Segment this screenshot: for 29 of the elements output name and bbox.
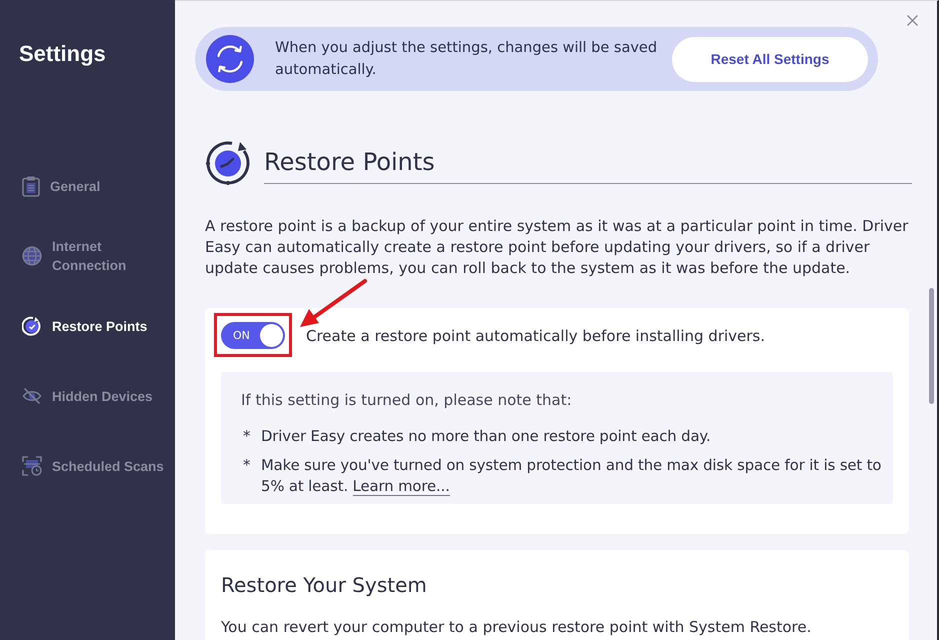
card-title: Restore Your System: [221, 572, 428, 599]
scrollbar-thumb[interactable]: [929, 288, 934, 404]
card-text: You can revert your computer to a previous restore point with System Restore.: [221, 617, 812, 638]
sidebar-item[interactable]: Hidden Devices: [22, 371, 153, 421]
crossed-eye-icon: [22, 386, 42, 406]
clipboard-icon: [22, 176, 40, 196]
clock-arrow-icon: [22, 316, 42, 336]
sidebar-title: Settings: [19, 41, 107, 67]
bullet-marker: *: [242, 427, 252, 447]
reset-settings-button[interactable]: Reset All Settings: [672, 36, 868, 82]
sidebar-item[interactable]: Internet Connection: [22, 231, 164, 281]
sidebar-item[interactable]: Scheduled Scans: [22, 441, 164, 491]
note-text: Make sure you've turned on system protection and the max disk space for it is set to 5% at least. Learn more...: [261, 456, 882, 497]
note-text: Driver Easy creates no more than one restore point each day.: [261, 427, 711, 447]
banner-message: When you adjust the settings, changes will be saved automatically.: [275, 39, 658, 80]
clock-arrow-icon: [205, 140, 251, 186]
setting-label: Create a restore point automatically before installing drivers.: [306, 326, 766, 344]
section-title: Restore Points: [264, 146, 435, 178]
refresh-icon: [206, 35, 254, 83]
toggle-switch[interactable]: ON: [221, 322, 285, 349]
scan-frame-clock-icon: [22, 456, 42, 476]
sidebar-item[interactable]: Restore Points: [22, 301, 148, 351]
bullet-marker: *: [242, 456, 252, 476]
section-description: A restore point is a backup of your entire system as it was at a particular point in time. Driver Easy can automatically create a restore point before updating your drivers, so if a driver update causes problems, you can roll back to the system as it was before the update.: [205, 216, 910, 279]
close-icon[interactable]: [907, 15, 918, 26]
sidebar-item[interactable]: General: [22, 161, 100, 211]
note-intro: If this setting is turned on, please note that:: [241, 390, 573, 410]
globe-icon: [22, 246, 42, 266]
learn-more-link[interactable]: Learn more...: [352, 478, 450, 496]
